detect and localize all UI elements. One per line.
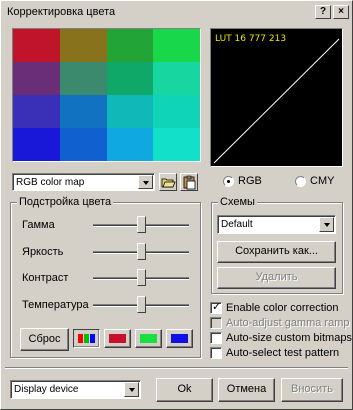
auto-select-pattern-checkbox[interactable] <box>210 347 222 359</box>
ok-button[interactable]: Ok <box>156 378 213 402</box>
preview-cell <box>59 95 107 128</box>
preview-cell <box>106 62 154 95</box>
preview-cell <box>13 128 60 161</box>
title-bar: Корректировка цвета ? × <box>2 2 351 22</box>
preview-cell <box>153 62 200 95</box>
scheme-select-value: Default <box>221 219 253 230</box>
lut-curve-panel: LUT 16 777 213 <box>210 28 343 167</box>
auto-size-bitmaps-checkbox[interactable] <box>210 332 222 344</box>
green-swatch <box>140 334 157 343</box>
chevron-down-icon[interactable] <box>138 175 153 189</box>
lut-curve <box>213 38 340 164</box>
contrast-slider-thumb[interactable] <box>137 269 146 286</box>
auto-size-bitmaps-label[interactable]: Auto-size custom bitmaps <box>226 332 352 344</box>
profile-select[interactable]: RGB color map <box>12 173 155 191</box>
channel-red-button[interactable] <box>104 329 131 348</box>
paste-button[interactable] <box>180 173 198 191</box>
auto-select-pattern-label[interactable]: Auto-select test pattern <box>226 347 339 359</box>
contrast-label: Контраст <box>22 272 69 284</box>
lut-line <box>213 38 340 164</box>
preview-cell <box>13 62 60 95</box>
preview-cell <box>153 95 200 128</box>
channel-blue-button[interactable] <box>166 329 193 348</box>
scheme-select[interactable]: Default <box>217 215 336 234</box>
preview-cell <box>106 95 154 128</box>
red-bar <box>78 334 83 343</box>
apply-button[interactable]: Вносить <box>281 378 343 402</box>
preview-cell <box>153 29 200 62</box>
device-select-value: Display device <box>14 384 79 395</box>
gamma-slider-thumb[interactable] <box>137 216 146 233</box>
channel-rgb-button[interactable] <box>73 329 100 348</box>
help-button[interactable]: ? <box>315 5 331 19</box>
preview-cell <box>59 128 107 161</box>
red-swatch <box>109 334 126 343</box>
footer-divider <box>5 367 348 369</box>
blue-bar <box>90 334 95 343</box>
cmy-radio[interactable] <box>295 176 306 187</box>
auto-adjust-gamma-label[interactable]: Auto-adjust gamma ramp <box>226 317 350 329</box>
clipboard-icon <box>183 175 196 190</box>
gamma-label: Гамма <box>22 219 55 231</box>
green-bar <box>84 334 89 343</box>
enable-color-correction-checkbox[interactable] <box>210 300 222 314</box>
color-correction-dialog: Корректировка цвета ? × LUT 16 777 213 R… <box>0 0 353 410</box>
temperature-slider-thumb[interactable] <box>137 296 146 313</box>
color-preview <box>12 28 201 162</box>
device-select[interactable]: Display device <box>10 380 141 399</box>
adjust-group-title: Подстройка цвета <box>17 196 114 208</box>
open-folder-icon <box>161 178 176 188</box>
channel-green-button[interactable] <box>135 329 162 348</box>
cmy-radio-label[interactable]: CMY <box>310 175 334 187</box>
preview-cell <box>106 128 154 161</box>
cancel-button[interactable]: Отмена <box>218 378 275 402</box>
preview-cell <box>59 62 107 95</box>
delete-button[interactable]: Удалить <box>217 267 336 289</box>
window-title: Корректировка цвета <box>7 6 116 18</box>
chevron-down-icon[interactable] <box>124 382 139 397</box>
brightness-slider-thumb[interactable] <box>137 243 146 260</box>
rgb-radio[interactable] <box>223 176 234 187</box>
schemes-group-title: Схемы <box>218 196 257 208</box>
reset-button[interactable]: Сброс <box>20 328 69 351</box>
preview-cell <box>13 95 60 128</box>
preview-cell <box>153 128 200 161</box>
preview-cell <box>13 29 60 62</box>
brightness-label: Яркость <box>22 246 64 258</box>
preview-cell <box>59 29 107 62</box>
save-as-button[interactable]: Сохранить как... <box>217 241 336 263</box>
chevron-down-icon[interactable] <box>319 217 334 232</box>
open-folder-button[interactable] <box>159 173 177 191</box>
preview-cell <box>106 29 154 62</box>
auto-adjust-gamma-checkbox[interactable] <box>210 317 222 329</box>
temperature-label: Температура <box>22 299 89 311</box>
rgb-radio-label[interactable]: RGB <box>238 175 262 187</box>
profile-select-value: RGB color map <box>16 177 85 188</box>
enable-color-correction-label[interactable]: Enable color correction <box>226 302 339 314</box>
close-button[interactable]: × <box>333 5 349 19</box>
blue-swatch <box>171 334 188 343</box>
